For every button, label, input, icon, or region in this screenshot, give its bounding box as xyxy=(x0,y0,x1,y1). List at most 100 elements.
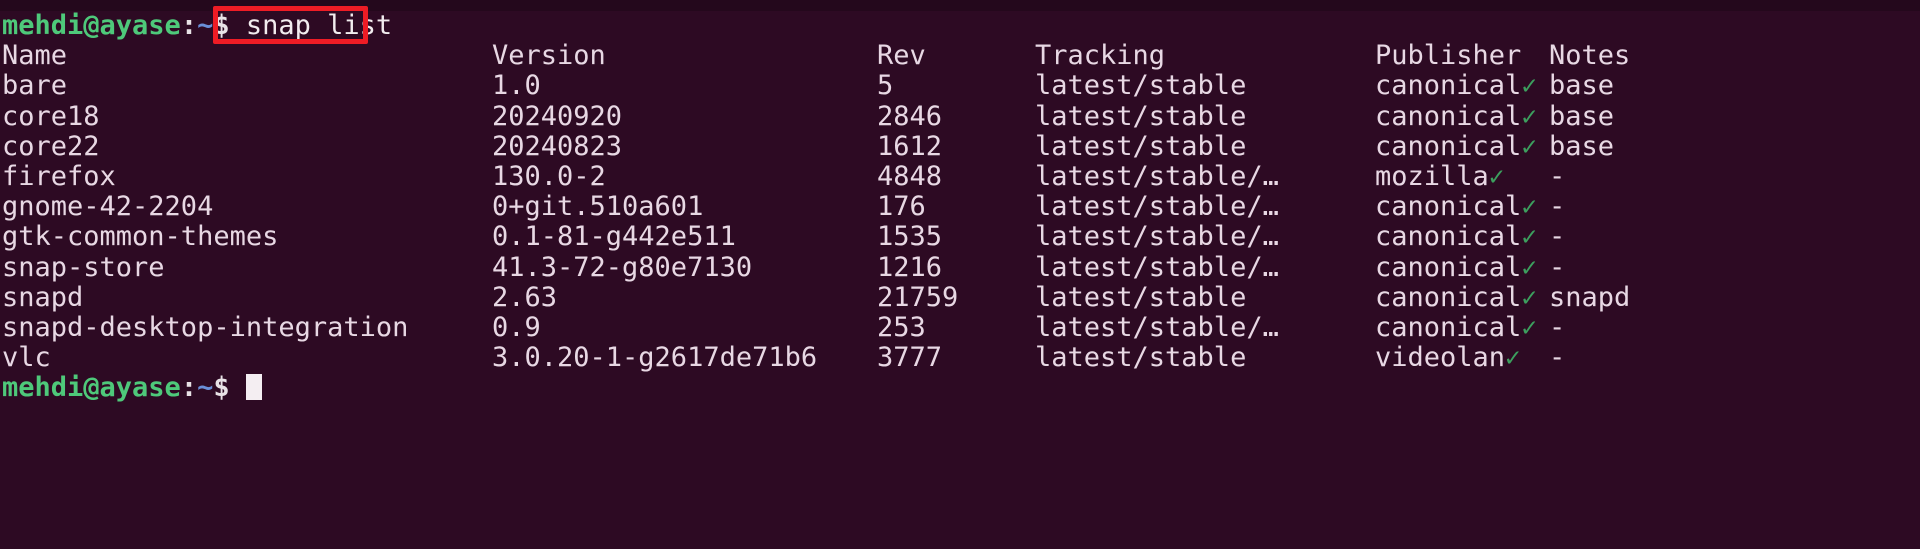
cell-version: 20240920 xyxy=(492,100,623,132)
cell-publisher: mozilla✓ xyxy=(1375,160,1549,192)
cell-version: 0.1-81-g442e511 xyxy=(492,221,736,253)
cell-notes: - xyxy=(1549,160,1566,192)
cell-version: 41.3-72-g80e7130 xyxy=(492,251,753,283)
publisher-name: mozilla xyxy=(1375,160,1489,192)
cell-notes: - xyxy=(1549,342,1566,374)
cell-version: 2.63 xyxy=(492,281,558,313)
typed-command: snap list xyxy=(230,10,393,41)
cell-publisher: videolan✓ xyxy=(1375,342,1549,374)
cell-publisher: canonical✓ xyxy=(1375,100,1549,132)
cell-publisher: canonical✓ xyxy=(1375,281,1549,313)
table-row: bare 1.0 5 latest/stable canonical✓ base xyxy=(0,70,1920,102)
column-header-publisher: Publisher xyxy=(1375,40,1522,72)
verified-check-icon: ✓ xyxy=(1505,343,1521,374)
cell-name: snap-store xyxy=(2,251,165,283)
cell-rev: 1535 xyxy=(877,221,943,253)
cell-rev: 3777 xyxy=(877,342,943,374)
cell-rev: 176 xyxy=(877,191,926,223)
cell-tracking: latest/stable/… xyxy=(1035,221,1279,253)
publisher-name: canonical xyxy=(1375,130,1522,162)
cell-rev: 253 xyxy=(877,311,926,343)
table-row: vlc 3.0.20-1-g2617de71b6 3777 latest/stable… xyxy=(0,342,1920,374)
table-row: snapd 2.63 21759 latest/stable canonical✓ sna… xyxy=(0,281,1920,313)
text-cursor[interactable] xyxy=(245,374,262,401)
cell-tracking: latest/stable xyxy=(1035,70,1247,102)
cell-version: 1.0 xyxy=(492,70,541,102)
prompt-symbol: $ xyxy=(213,372,230,404)
publisher-name: canonical xyxy=(1375,70,1522,102)
verified-check-icon: ✓ xyxy=(1488,161,1505,192)
cell-version: 0+git.510a601 xyxy=(492,191,704,223)
cell-name: vlc xyxy=(2,342,51,374)
table-row: firefox 130.0-2 4848 latest/stable/… mozilla… xyxy=(0,160,1920,192)
prompt-symbol: $ xyxy=(213,10,230,41)
publisher-name: canonical xyxy=(1375,251,1522,283)
command-prompt-line: mehdi@ayase:~$ snap list xyxy=(0,10,1920,41)
cell-notes: - xyxy=(1549,311,1566,343)
cell-rev: 2846 xyxy=(877,100,943,132)
table-row: snapd-desktop-integration 0.9 253 latest/st… xyxy=(0,311,1920,343)
table-row: snap-store 41.3-72-g80e7130 1216 latest/sta… xyxy=(0,251,1920,283)
publisher-name: videolan xyxy=(1375,342,1506,374)
publisher-name: canonical xyxy=(1375,191,1522,223)
cell-version: 130.0-2 xyxy=(492,160,606,192)
cell-tracking: latest/stable xyxy=(1035,100,1247,132)
command-text: snap list xyxy=(245,10,393,41)
publisher-name: canonical xyxy=(1375,311,1522,343)
cell-name: snapd-desktop-integration xyxy=(2,311,409,343)
cell-tracking: latest/stable xyxy=(1035,281,1247,313)
cell-name: core22 xyxy=(2,130,100,162)
verified-check-icon: ✓ xyxy=(1521,222,1537,253)
cell-publisher: canonical✓ xyxy=(1375,251,1549,283)
prompt-path: ~ xyxy=(197,10,214,41)
terminal-output-area: mehdi@ayase:~$ snap list Name Version Rev T… xyxy=(0,10,1920,403)
cell-version: 0.9 xyxy=(492,311,541,343)
cell-rev: 4848 xyxy=(877,160,943,192)
verified-check-icon: ✓ xyxy=(1521,312,1537,343)
cell-tracking: latest/stable xyxy=(1035,130,1247,162)
prompt-user-host: mehdi@ayase xyxy=(2,372,181,404)
table-body: bare 1.0 5 latest/stable canonical✓ base core1… xyxy=(0,71,1920,373)
cell-rev: 1216 xyxy=(877,251,943,283)
table-header-row: Name Version Rev Tracking Publisher Notes xyxy=(0,40,1920,72)
cell-name: snapd xyxy=(2,281,84,313)
cell-name: bare xyxy=(2,70,68,102)
cell-tracking: latest/stable/… xyxy=(1035,251,1279,283)
verified-check-icon: ✓ xyxy=(1521,131,1537,162)
cell-publisher: canonical✓ xyxy=(1375,311,1549,343)
verified-check-icon: ✓ xyxy=(1521,101,1537,132)
table-row: core18 20240920 2846 latest/stable canonical… xyxy=(0,100,1920,132)
cell-notes: - xyxy=(1549,191,1566,223)
verified-check-icon: ✓ xyxy=(1521,71,1537,102)
prompt-colon: : xyxy=(180,372,198,404)
cell-tracking: latest/stable xyxy=(1035,342,1247,374)
cell-name: firefox xyxy=(2,160,116,192)
table-row: core22 20240823 1612 latest/stable canonical… xyxy=(0,130,1920,162)
terminal-window[interactable]: mehdi@ayase:~$ snap list Name Version Rev T… xyxy=(0,0,1920,549)
column-header-name: Name xyxy=(2,40,68,72)
cell-publisher: canonical✓ xyxy=(1375,130,1549,162)
cell-version: 3.0.20-1-g2617de71b6 xyxy=(492,342,818,374)
prompt-colon: : xyxy=(180,10,198,41)
cell-rev: 5 xyxy=(877,70,894,102)
cell-publisher: canonical✓ xyxy=(1375,191,1549,223)
cell-rev: 21759 xyxy=(877,281,959,313)
column-header-version: Version xyxy=(492,40,606,72)
cell-notes: base xyxy=(1549,70,1615,102)
publisher-name: canonical xyxy=(1375,281,1522,313)
cell-name: core18 xyxy=(2,100,100,132)
column-header-rev: Rev xyxy=(877,40,926,72)
cell-publisher: canonical✓ xyxy=(1375,222,1549,253)
final-prompt-line: mehdi@ayase:~$ xyxy=(0,373,1920,403)
prompt-path: ~ xyxy=(197,372,214,404)
publisher-name: canonical xyxy=(1375,100,1522,132)
cell-tracking: latest/stable/… xyxy=(1035,191,1279,223)
verified-check-icon: ✓ xyxy=(1521,252,1537,283)
table-row: gtk-common-themes 0.1-81-g442e511 1535 late… xyxy=(0,221,1920,253)
cell-notes: - xyxy=(1549,251,1566,283)
prompt-user-host: mehdi@ayase xyxy=(2,10,181,41)
cell-notes: - xyxy=(1549,221,1566,253)
cell-rev: 1612 xyxy=(877,130,943,162)
cell-version: 20240823 xyxy=(492,130,623,162)
column-header-tracking: Tracking xyxy=(1035,40,1166,72)
